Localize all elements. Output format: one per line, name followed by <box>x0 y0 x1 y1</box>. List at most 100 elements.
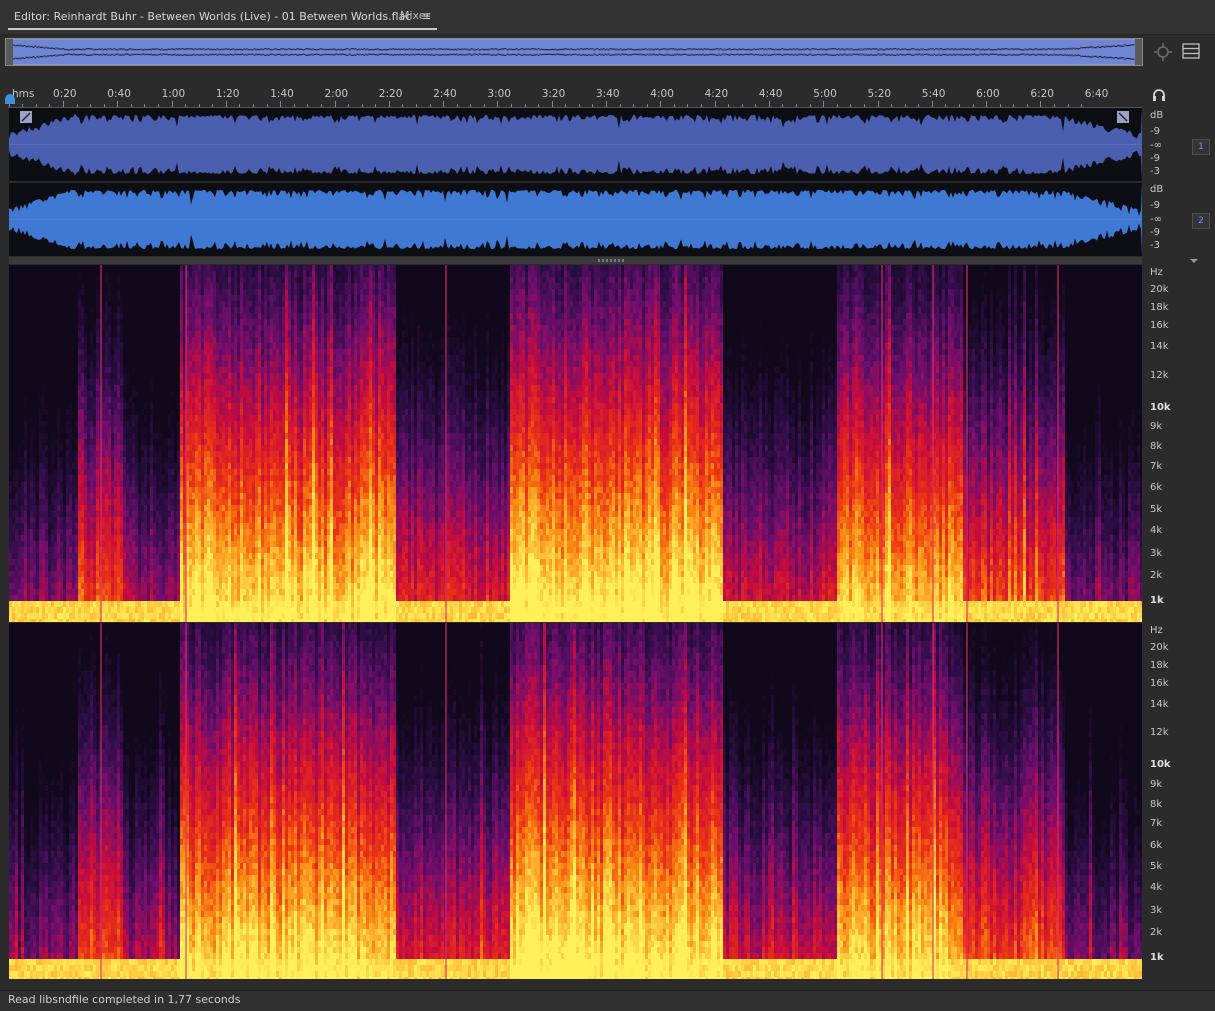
panel-menu-icon[interactable] <box>1182 43 1200 59</box>
time-ruler[interactable]: 0:200:401:001:201:402:002:202:403:003:20… <box>8 83 1142 108</box>
ruler-tick <box>891 104 892 107</box>
hz-label: 2k <box>1150 927 1162 938</box>
fade-out-handle[interactable] <box>1117 111 1129 123</box>
overview-waveform[interactable] <box>6 39 1142 65</box>
ruler-tick <box>878 101 879 107</box>
ruler-unit-label: hms <box>12 88 34 100</box>
ruler-tick <box>90 104 91 107</box>
ruler-tick-label: 0:20 <box>53 88 77 100</box>
db-label: -3 <box>1150 166 1160 177</box>
transient-line <box>1057 265 1059 622</box>
status-message: Read libsndfile completed in 1,77 second… <box>8 993 241 1006</box>
ruler-tick <box>796 104 797 107</box>
ruler-tick <box>212 104 213 107</box>
ruler-tick-label: 5:00 <box>813 88 837 100</box>
transient-line <box>966 623 968 979</box>
ruler-tick <box>592 104 593 107</box>
ruler-tick <box>321 104 322 107</box>
ruler-tick-label: 6:40 <box>1085 88 1109 100</box>
channel-2-badge[interactable]: 2 <box>1192 213 1210 229</box>
waveform-channel-1[interactable] <box>9 108 1142 181</box>
hz-label: 7k <box>1150 818 1162 829</box>
ruler-tick <box>294 104 295 107</box>
ruler-tick-label: 1:20 <box>216 88 240 100</box>
tab-editor-label: Editor: Reinhardt Buhr - Between Worlds … <box>14 10 411 23</box>
ruler-tick <box>1040 101 1041 107</box>
ruler-tick <box>253 104 254 107</box>
ruler-tick <box>660 101 661 107</box>
ruler-tick <box>620 104 621 107</box>
spectrogram-channel-1[interactable] <box>9 265 1142 622</box>
transient-line <box>932 265 934 622</box>
hz-label: 12k <box>1150 370 1169 381</box>
waveform-channel-2[interactable] <box>9 183 1142 256</box>
ruler-tick <box>959 104 960 107</box>
db-scale-channel-1: dB -9 -∞ -9 -3 <box>1144 110 1174 183</box>
ruler-tick <box>158 104 159 107</box>
ruler-tick <box>973 104 974 107</box>
divider-grip[interactable] <box>598 259 624 262</box>
view-divider[interactable] <box>9 257 1142 264</box>
hz-scale-channel-1: Hz20k18k16k14k12k10k9k8k7k6k5k4k3k2k1k <box>1144 265 1194 622</box>
ruler-tick <box>1081 104 1082 107</box>
zoom-to-selection-icon[interactable] <box>1153 42 1173 62</box>
ruler-tick <box>742 104 743 107</box>
ruler-tick <box>945 104 946 107</box>
waveform-channel-2-graphic <box>9 183 1142 256</box>
ruler-tick <box>1068 104 1069 107</box>
tab-mixer[interactable]: Mixer <box>400 4 430 28</box>
hz-label: 6k <box>1150 840 1162 851</box>
ruler-tick <box>470 104 471 107</box>
ruler-tick <box>22 104 23 107</box>
transient-line <box>881 265 883 622</box>
ruler-tick <box>199 104 200 107</box>
ruler-tick <box>538 104 539 107</box>
fade-in-handle[interactable] <box>20 111 32 123</box>
hz-label: 14k <box>1150 699 1169 710</box>
spectrogram-channel-2[interactable] <box>9 623 1142 979</box>
hz-label: 9k <box>1150 421 1162 432</box>
ruler-tick <box>389 101 390 107</box>
waveform-channel-1-graphic <box>9 108 1142 181</box>
ruler-tick-label: 2:40 <box>433 88 457 100</box>
ruler-tick <box>918 104 919 107</box>
ruler-tick <box>701 104 702 107</box>
db-label: -9 <box>1150 153 1160 164</box>
hz-label: 12k <box>1150 727 1169 738</box>
transient-line <box>1057 623 1059 979</box>
transient-line <box>881 623 883 979</box>
ruler-tick <box>728 104 729 107</box>
db-label: -3 <box>1150 240 1160 251</box>
headphones-icon[interactable] <box>1152 88 1166 102</box>
transient-line <box>445 265 447 622</box>
ruler-tick-label: 4:40 <box>759 88 783 100</box>
ruler-tick <box>172 101 173 107</box>
ruler-tick <box>552 101 553 107</box>
ruler-tick-label: 3:40 <box>596 88 620 100</box>
ruler-tick <box>49 104 50 107</box>
ruler-tick <box>1013 104 1014 107</box>
hz-label: 7k <box>1150 461 1162 472</box>
transient-line <box>185 623 187 979</box>
hz-label: 10k <box>1150 402 1171 413</box>
ruler-tick <box>687 104 688 107</box>
ruler-tick-label: 0:40 <box>107 88 131 100</box>
ruler-tick <box>864 104 865 107</box>
playhead-marker[interactable] <box>5 94 15 104</box>
ruler-tick <box>362 104 363 107</box>
hz-label: 3k <box>1150 905 1162 916</box>
ruler-tick <box>1027 104 1028 107</box>
waveform-upper-envelope <box>9 108 1142 139</box>
channel-1-badge[interactable]: 1 <box>1192 139 1210 155</box>
ruler-tick <box>239 104 240 107</box>
ruler-tick <box>633 104 634 107</box>
hz-label: 4k <box>1150 882 1162 893</box>
tab-editor[interactable]: Editor: Reinhardt Buhr - Between Worlds … <box>8 4 437 30</box>
ruler-tick <box>769 101 770 107</box>
chevron-down-icon[interactable] <box>1189 257 1199 265</box>
ruler-tick <box>497 101 498 107</box>
ruler-tick <box>63 101 64 107</box>
ruler-tick <box>850 104 851 107</box>
ruler-tick <box>416 104 417 107</box>
ruler-tick <box>348 104 349 107</box>
